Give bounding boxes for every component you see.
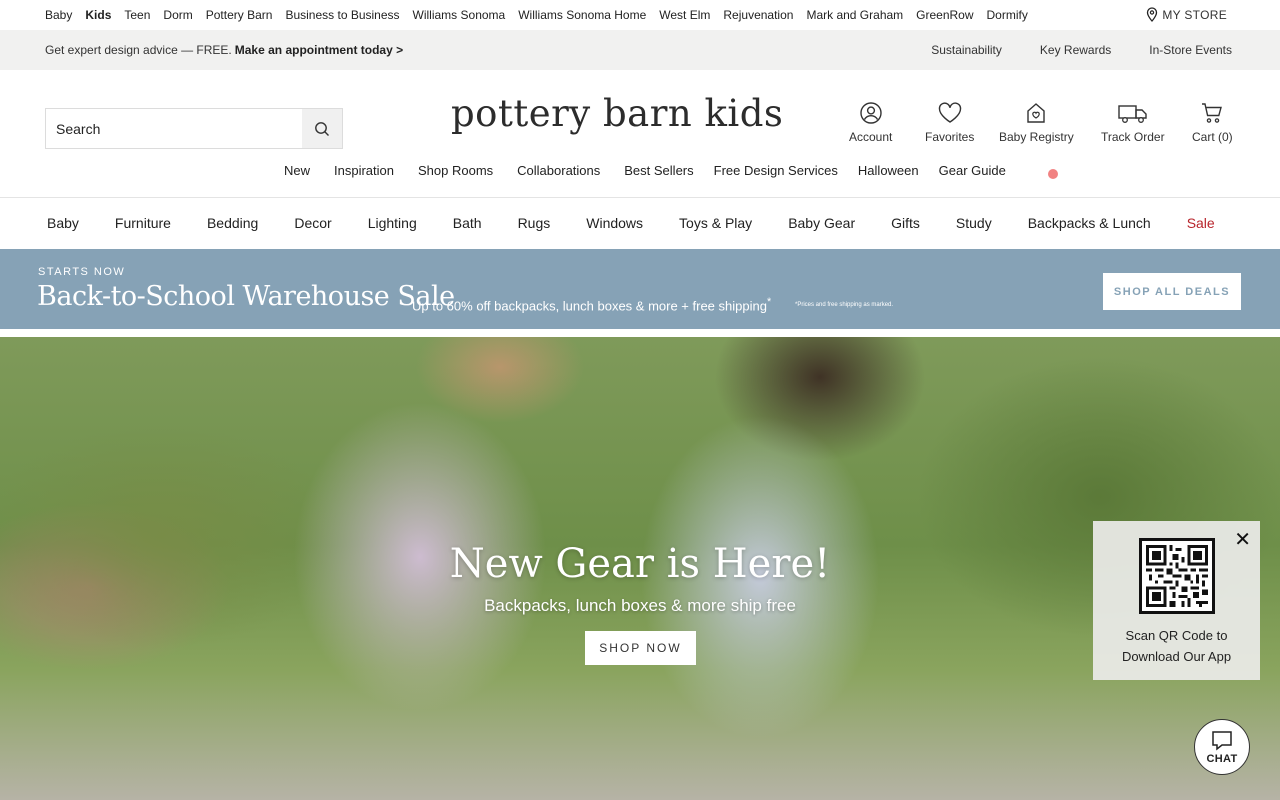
cart-link[interactable]: Cart (0): [1192, 100, 1233, 144]
sale-title: Back-to-School Warehouse Sale: [37, 281, 455, 312]
my-store-label: MY STORE: [1162, 7, 1227, 22]
account-label: Account: [849, 130, 893, 144]
chat-button[interactable]: CHAT: [1194, 719, 1250, 775]
category-toys-play[interactable]: Toys & Play: [679, 215, 752, 231]
brand-link-dorm[interactable]: Dorm: [163, 8, 192, 22]
heart-icon: [938, 102, 961, 123]
category-lighting[interactable]: Lighting: [368, 215, 417, 231]
track-order-label: Track Order: [1101, 130, 1165, 144]
subnav-free-design-services[interactable]: Free Design Services: [714, 163, 838, 178]
brand-link-baby[interactable]: Baby: [45, 8, 72, 22]
site-logo[interactable]: pottery barn kids: [451, 92, 783, 135]
chat-label: CHAT: [1206, 752, 1238, 765]
brand-link-rejuvenation[interactable]: Rejuvenation: [723, 8, 793, 22]
location-pin-icon: [1147, 7, 1158, 22]
category-rugs[interactable]: Rugs: [518, 215, 551, 231]
promo-text: Get expert design advice — FREE.: [45, 43, 232, 57]
track-order-link[interactable]: Track Order: [1101, 100, 1165, 144]
brand-link-pottery-barn[interactable]: Pottery Barn: [206, 8, 273, 22]
shop-now-button[interactable]: SHOP NOW: [585, 631, 696, 665]
qr-caption-line2: Download Our App: [1121, 649, 1232, 664]
subnav-new[interactable]: New: [284, 163, 310, 178]
brand-link-business[interactable]: Business to Business: [285, 8, 399, 22]
cart-icon: [1202, 103, 1223, 123]
sale-asterisk: *: [766, 296, 772, 308]
search-input[interactable]: [46, 109, 302, 148]
subnav-best-sellers[interactable]: Best Sellers: [624, 163, 693, 178]
sale-banner[interactable]: STARTS NOW Back-to-School Warehouse Sale…: [0, 249, 1280, 329]
brand-bar: Baby Kids Teen Dorm Pottery Barn Busines…: [0, 0, 1280, 30]
qr-caption-line1: Scan QR Code to: [1125, 628, 1228, 643]
promo-bar: Get expert design advice — FREE. Make an…: [0, 30, 1280, 70]
app-qr-popup: ✕ Scan QR Code to Download Our App: [1093, 521, 1260, 680]
qr-caption: Scan QR Code to Download Our App: [1093, 625, 1260, 667]
subnav-gear-guide[interactable]: Gear Guide: [939, 163, 1006, 178]
registry-house-icon: [1027, 103, 1046, 123]
category-baby[interactable]: Baby: [47, 215, 79, 231]
sale-subtitle-text: Up to 60% off backpacks, lunch boxes & m…: [412, 298, 767, 314]
search-icon: [315, 121, 329, 136]
category-sale[interactable]: Sale: [1187, 215, 1215, 231]
my-store-link[interactable]: MY STORE: [1146, 7, 1227, 22]
shop-all-deals-button[interactable]: SHOP ALL DEALS: [1103, 273, 1241, 310]
category-baby-gear[interactable]: Baby Gear: [788, 215, 855, 231]
sale-kicker: STARTS NOW: [38, 266, 126, 278]
baby-registry-link[interactable]: Baby Registry: [999, 100, 1074, 144]
baby-registry-label: Baby Registry: [999, 130, 1074, 144]
category-decor[interactable]: Decor: [294, 215, 331, 231]
key-rewards-link[interactable]: Key Rewards: [1040, 43, 1111, 57]
favorites-link[interactable]: Favorites: [925, 100, 974, 144]
search-button[interactable]: [302, 109, 342, 148]
hero-subtitle: Backpacks, lunch boxes & more ship free: [484, 596, 796, 615]
close-icon[interactable]: ✕: [1234, 530, 1251, 550]
category-windows[interactable]: Windows: [586, 215, 643, 231]
sale-subtitle: Up to 60% off backpacks, lunch boxes & m…: [412, 296, 771, 313]
subnav-shop-rooms[interactable]: Shop Rooms: [418, 163, 493, 178]
account-link[interactable]: Account: [849, 100, 892, 144]
brand-link-greenrow[interactable]: GreenRow: [916, 8, 973, 22]
appointment-link[interactable]: Make an appointment today >: [235, 43, 403, 57]
hero-title: New Gear is Here!: [449, 541, 831, 587]
chat-bubble-icon: [1212, 730, 1232, 751]
brand-link-mark-and-graham[interactable]: Mark and Graham: [806, 8, 903, 22]
category-study[interactable]: Study: [956, 215, 992, 231]
category-backpacks-lunch[interactable]: Backpacks & Lunch: [1028, 215, 1151, 231]
account-icon: [859, 102, 882, 124]
sale-fine-print: *Prices and free shipping as marked.: [795, 302, 894, 308]
subnav-collaborations[interactable]: Collaborations: [517, 163, 600, 178]
brand-link-williams-sonoma-home[interactable]: Williams Sonoma Home: [518, 8, 646, 22]
category-gifts[interactable]: Gifts: [891, 215, 920, 231]
category-nav: Baby Furniture Bedding Decor Lighting Ba…: [0, 198, 1280, 248]
subnav-halloween[interactable]: Halloween: [858, 163, 919, 178]
brand-link-kids[interactable]: Kids: [85, 8, 111, 22]
subnav-inspiration[interactable]: Inspiration: [334, 163, 394, 178]
truck-icon: [1118, 105, 1147, 123]
brand-link-west-elm[interactable]: West Elm: [659, 8, 710, 22]
qr-code-image: [1139, 538, 1215, 614]
hero-banner[interactable]: New Gear is Here! Backpacks, lunch boxes…: [0, 337, 1280, 800]
category-furniture[interactable]: Furniture: [115, 215, 171, 231]
cursor-indicator: [1048, 169, 1058, 179]
brand-link-williams-sonoma[interactable]: Williams Sonoma: [413, 8, 506, 22]
brand-link-dormify[interactable]: Dormify: [987, 8, 1028, 22]
cart-label: Cart (0): [1192, 130, 1233, 144]
search-box: [45, 108, 343, 149]
brand-link-teen[interactable]: Teen: [124, 8, 150, 22]
favorites-label: Favorites: [925, 130, 975, 144]
category-bedding[interactable]: Bedding: [207, 215, 258, 231]
secondary-nav: New Inspiration Shop Rooms Collaboration…: [284, 163, 1030, 178]
sustainability-link[interactable]: Sustainability: [931, 43, 1002, 57]
category-bath[interactable]: Bath: [453, 215, 482, 231]
in-store-events-link[interactable]: In-Store Events: [1149, 43, 1232, 57]
